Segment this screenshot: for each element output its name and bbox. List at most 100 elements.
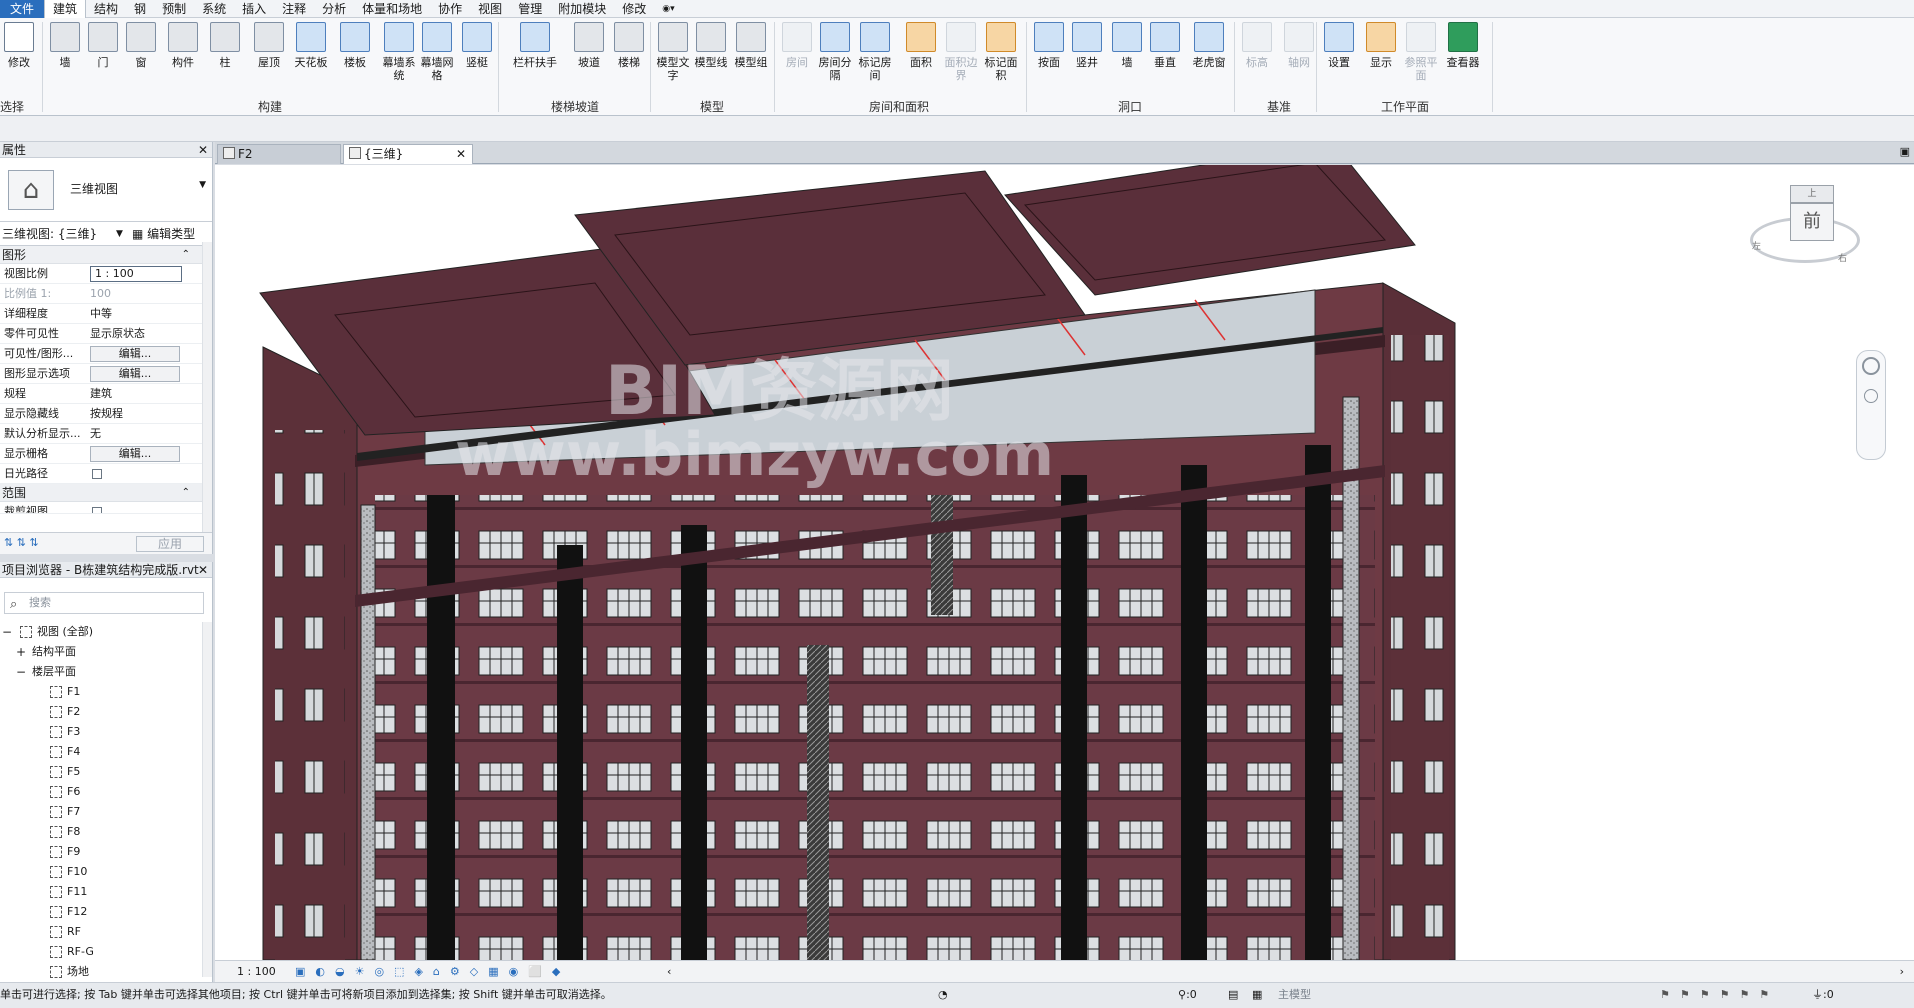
model-group-button[interactable]: 模型组 bbox=[732, 22, 770, 69]
view-scale-input[interactable]: 1 : 100 bbox=[90, 266, 182, 282]
stair-button[interactable]: 楼梯 bbox=[610, 22, 648, 69]
menu-insert[interactable]: 插入 bbox=[234, 0, 274, 18]
scroll-right-icon[interactable]: › bbox=[1900, 961, 1904, 982]
dormer-button[interactable]: 老虎窗 bbox=[1186, 22, 1232, 69]
edit-graphic-display-button[interactable]: 编辑... bbox=[90, 366, 180, 382]
menu-precast[interactable]: 预制 bbox=[154, 0, 194, 18]
tree-level-f12[interactable]: F12 bbox=[0, 902, 200, 922]
menu-manage[interactable]: 管理 bbox=[510, 0, 550, 18]
tab-3d[interactable]: {三维} ✕ bbox=[343, 144, 473, 164]
editing-requests-icon[interactable]: ⚲:0 bbox=[1178, 983, 1197, 1007]
tree-level-f10[interactable]: F10 bbox=[0, 862, 200, 882]
tree-level-f6[interactable]: F6 bbox=[0, 782, 200, 802]
selection-icons[interactable]: ⚑⚑⚑⚑⚑⚑ bbox=[1660, 983, 1779, 1007]
3d-viewport[interactable]: BIM资源网 www.bimzyw.com 上 前 左 右 bbox=[215, 165, 1914, 960]
level-button[interactable]: 标高 bbox=[1238, 22, 1276, 69]
curtain-system-button[interactable]: 幕墙系统 bbox=[380, 22, 418, 82]
restore-icon[interactable]: ▣ bbox=[1900, 145, 1910, 158]
tree-level-f4[interactable]: F4 bbox=[0, 742, 200, 762]
tag-room-button[interactable]: 标记房间 bbox=[856, 22, 894, 82]
tree-level-rf[interactable]: RF bbox=[0, 922, 200, 942]
tree-level-f11[interactable]: F11 bbox=[0, 882, 200, 902]
viewcube-right-label[interactable]: 右 bbox=[1838, 251, 1847, 264]
tree-level-f5[interactable]: F5 bbox=[0, 762, 200, 782]
menu-systems[interactable]: 系统 bbox=[194, 0, 234, 18]
shaft-button[interactable]: 竖井 bbox=[1068, 22, 1106, 69]
section-extents[interactable]: 范围 ⌃ bbox=[0, 484, 212, 502]
railing-button[interactable]: 栏杆扶手 bbox=[508, 22, 562, 69]
model-text-button[interactable]: 模型文字 bbox=[654, 22, 692, 82]
prop-discipline[interactable]: 规程 建筑 bbox=[0, 384, 212, 404]
modify-button[interactable]: 修改 bbox=[0, 22, 38, 69]
roof-button[interactable]: 屋顶 bbox=[250, 22, 288, 69]
tree-level-f9[interactable]: F9 bbox=[0, 842, 200, 862]
floor-button[interactable]: 楼板 bbox=[336, 22, 374, 69]
edit-grids-button[interactable]: 编辑... bbox=[90, 446, 180, 462]
crop-view-checkbox[interactable] bbox=[92, 507, 102, 513]
instance-selector[interactable]: 三维视图: {三维} ▼ ▦ 编辑类型 bbox=[0, 222, 212, 246]
chevron-down-icon[interactable]: ▼ bbox=[199, 180, 206, 190]
area-button[interactable]: 面积 bbox=[902, 22, 940, 69]
menu-analyze[interactable]: 分析 bbox=[314, 0, 354, 18]
tag-area-button[interactable]: 标记面积 bbox=[982, 22, 1020, 82]
menu-collaborate[interactable]: 协作 bbox=[430, 0, 470, 18]
menu-massing[interactable]: 体量和场地 bbox=[354, 0, 430, 18]
scroll-left-icon[interactable]: ‹ bbox=[667, 961, 671, 982]
tree-level-f8[interactable]: F8 bbox=[0, 822, 200, 842]
tree-level-f1[interactable]: F1 bbox=[0, 682, 200, 702]
ref-plane-button[interactable]: 参照平面 bbox=[1402, 22, 1440, 82]
view-controls-icons[interactable]: ▣◐◒☀◎⬚◈⌂⚙◇▦◉⬜◆ bbox=[295, 961, 570, 982]
steering-wheel-icon[interactable] bbox=[1862, 357, 1880, 375]
sort-icon[interactable]: ⇅ ⇅ ⇅ bbox=[4, 536, 39, 549]
menu-modify[interactable]: 修改 bbox=[614, 0, 654, 18]
wall-opening-button[interactable]: 墙 bbox=[1108, 22, 1146, 69]
tree-structural-plans[interactable]: + 结构平面 bbox=[0, 642, 200, 662]
apply-button[interactable]: 应用 bbox=[136, 536, 204, 552]
viewer-button[interactable]: 查看器 bbox=[1440, 22, 1486, 69]
tree-root-views[interactable]: − 视图 (全部) bbox=[0, 622, 200, 642]
worksets-icon[interactable]: ◔ bbox=[938, 983, 948, 1007]
collapse-icon[interactable]: − bbox=[16, 662, 26, 682]
menu-file[interactable]: 文件 bbox=[0, 0, 45, 18]
collapse-icon[interactable]: − bbox=[2, 622, 12, 642]
sun-path-checkbox[interactable] bbox=[92, 469, 102, 479]
model-icon[interactable]: ▤ bbox=[1228, 983, 1238, 1007]
ceiling-button[interactable]: 天花板 bbox=[292, 22, 330, 69]
expand-icon[interactable]: + bbox=[16, 642, 26, 662]
menu-view[interactable]: 视图 bbox=[470, 0, 510, 18]
filter-icon[interactable]: ⏚:0 bbox=[1812, 983, 1834, 1007]
vertical-opening-button[interactable]: 垂直 bbox=[1146, 22, 1184, 69]
properties-scrollbar[interactable] bbox=[202, 242, 212, 532]
viewcube[interactable]: 上 前 左 右 bbox=[1750, 185, 1860, 275]
prop-parts-visibility[interactable]: 零件可见性 显示原状态 bbox=[0, 324, 212, 344]
edit-visibility-button[interactable]: 编辑... bbox=[90, 346, 180, 362]
menu-structure[interactable]: 结构 bbox=[86, 0, 126, 18]
viewcube-top-face[interactable]: 上 bbox=[1790, 185, 1834, 203]
room-separator-button[interactable]: 房间分隔 bbox=[816, 22, 854, 82]
show-workplane-button[interactable]: 显示 bbox=[1362, 22, 1400, 69]
ramp-button[interactable]: 坡道 bbox=[570, 22, 608, 69]
active-model[interactable]: 主模型 bbox=[1278, 983, 1311, 1007]
room-button[interactable]: 房间 bbox=[778, 22, 816, 69]
tree-floor-plans[interactable]: − 楼层平面 bbox=[0, 662, 200, 682]
by-face-button[interactable]: 按面 bbox=[1030, 22, 1068, 69]
browser-search-input[interactable]: ⌕ 搜索 bbox=[4, 592, 204, 614]
door-button[interactable]: 门 bbox=[84, 22, 122, 69]
navigation-bar[interactable] bbox=[1856, 350, 1886, 460]
component-button[interactable]: 构件 bbox=[164, 22, 202, 69]
browser-scrollbar[interactable] bbox=[202, 622, 212, 977]
viewcube-front-face[interactable]: 前 bbox=[1790, 203, 1834, 241]
model-dropdown-icon[interactable]: ▦ bbox=[1252, 983, 1262, 1007]
menu-extra-dropdown[interactable]: ◉▾ bbox=[654, 0, 682, 18]
menu-architecture[interactable]: 建筑 bbox=[44, 0, 87, 18]
tree-level-f7[interactable]: F7 bbox=[0, 802, 200, 822]
prop-analysis-display[interactable]: 默认分析显示... 无 bbox=[0, 424, 212, 444]
area-boundary-button[interactable]: 面积边界 bbox=[942, 22, 980, 82]
section-graphics[interactable]: 图形 ⌃ bbox=[0, 246, 212, 264]
room-area-group-label[interactable]: 房间和面积 bbox=[778, 98, 1020, 115]
zoom-icon[interactable] bbox=[1864, 389, 1878, 403]
column-button[interactable]: 柱 bbox=[206, 22, 244, 69]
menu-annotate[interactable]: 注释 bbox=[274, 0, 314, 18]
tree-level-rf-g[interactable]: RF-G bbox=[0, 942, 200, 962]
select-group-label[interactable]: 选择 bbox=[0, 98, 40, 115]
